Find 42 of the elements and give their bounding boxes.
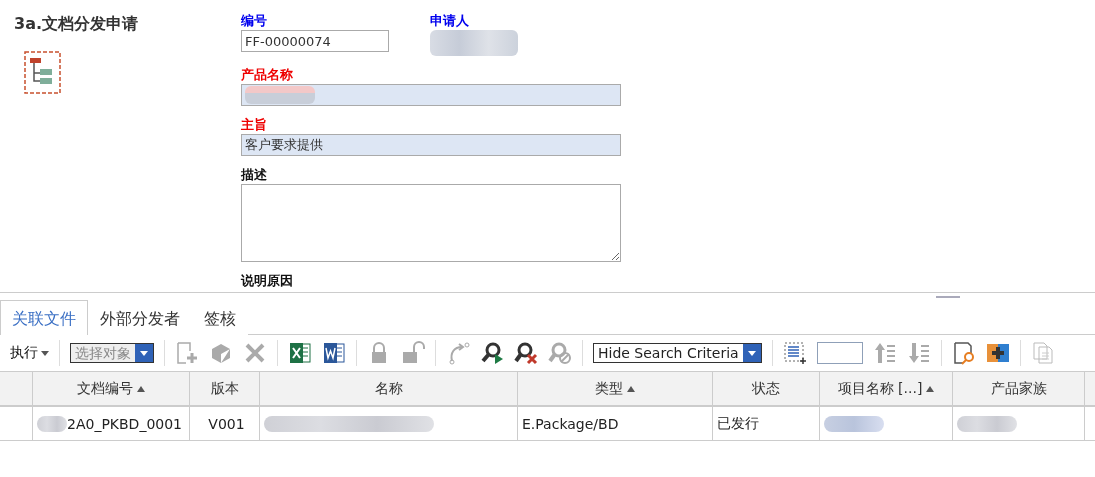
page-title: 3a.文档分发申请: [14, 14, 139, 35]
tab[interactable]: 关联文件: [0, 300, 88, 335]
field-label: 描述: [241, 166, 268, 184]
text-area[interactable]: [241, 184, 621, 262]
column-header[interactable]: 文档编号: [33, 372, 190, 405]
field-label: 编号: [241, 12, 268, 30]
search-run-icon[interactable]: [480, 341, 504, 365]
sort-ascending-icon[interactable]: [872, 341, 897, 365]
plus-panel-icon[interactable]: [985, 341, 1010, 365]
text-field[interactable]: 客户要求提供: [241, 134, 621, 156]
action-menu[interactable]: 执行: [10, 344, 49, 362]
add-icon[interactable]: [175, 341, 199, 365]
column-header[interactable]: 项目名称 [...]: [820, 372, 953, 405]
number-field[interactable]: [816, 342, 863, 364]
table-cell: 已发行: [717, 414, 759, 433]
search-clear-icon[interactable]: [514, 341, 538, 365]
column-header[interactable]: 类型: [518, 372, 713, 405]
document-icon[interactable]: [322, 341, 346, 365]
tree-icon: [24, 51, 61, 94]
search-mode-select[interactable]: Hide Search Criteria: [593, 343, 762, 363]
resize-handle[interactable]: [936, 296, 960, 298]
field-label: 说明原因: [241, 272, 294, 290]
text-field[interactable]: [241, 84, 621, 106]
spreadsheet-icon[interactable]: [288, 341, 312, 365]
field-label: 主旨: [241, 116, 268, 134]
field-label: 产品名称: [241, 66, 294, 84]
field-label: 申请人: [430, 12, 470, 30]
sort-descending-icon[interactable]: [906, 341, 931, 365]
copy-icon[interactable]: [1030, 341, 1055, 365]
column-header[interactable]: 产品家族: [953, 372, 1085, 405]
column-header[interactable]: 状态: [713, 372, 820, 405]
table-cell: E.Package/BD: [522, 415, 619, 432]
curved-arrow-icon[interactable]: [446, 341, 470, 365]
unlock-icon[interactable]: [401, 341, 425, 365]
table-cell: V001: [208, 415, 245, 432]
select-list-icon[interactable]: [782, 341, 807, 365]
text-field[interactable]: FF-00000074: [241, 30, 389, 52]
column-header[interactable]: 名称: [260, 372, 518, 405]
table-cell: 2A0_PKBD_0001: [67, 415, 183, 432]
column-header[interactable]: 版本: [190, 372, 260, 405]
preview-icon[interactable]: [951, 341, 976, 365]
delete-icon[interactable]: [243, 341, 267, 365]
